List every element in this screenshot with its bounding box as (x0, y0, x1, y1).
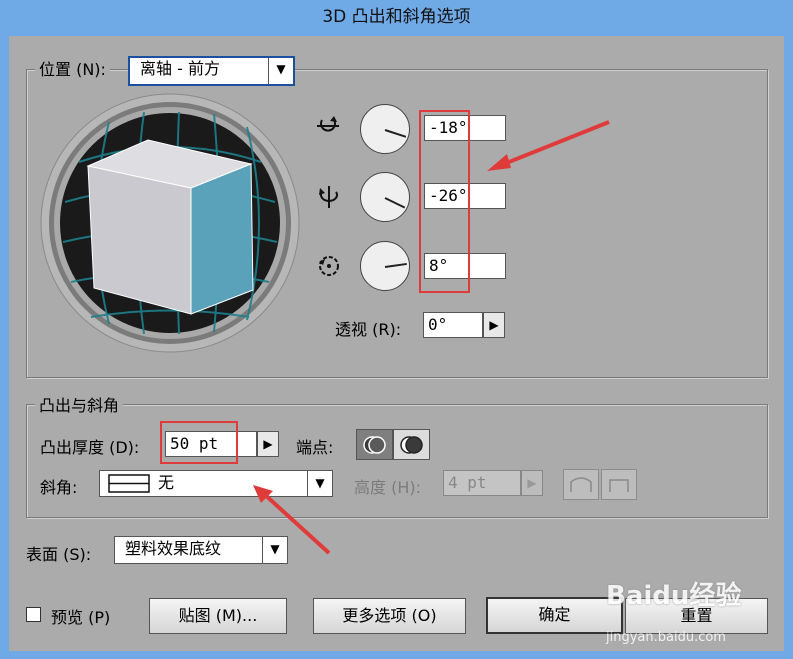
bevel-value: 无 (158, 473, 175, 492)
position-group-label: 位置 (N): (35, 60, 110, 80)
rotation-track-cube[interactable] (39, 92, 301, 354)
z-axis-rotate-icon (319, 256, 339, 276)
cap-off-button[interactable] (393, 429, 430, 460)
z-rotation-dial[interactable] (360, 241, 410, 291)
extrude-depth-label: 凸出厚度 (D): (40, 438, 140, 457)
cap-label: 端点: (296, 438, 334, 457)
bevel-height-field[interactable]: 4 pt (443, 470, 521, 496)
bevel-none-swatch (108, 474, 150, 493)
chevron-down-icon[interactable]: ▼ (262, 537, 287, 563)
x-rotation-dial[interactable] (360, 104, 410, 154)
depth-highlight (160, 421, 238, 464)
y-rotation-dial[interactable] (360, 172, 410, 222)
surface-value: 塑料效果底纹 (125, 539, 222, 558)
position-preset-value: 离轴 - 前方 (140, 59, 220, 78)
cap-on-button[interactable] (356, 429, 393, 460)
baidu-watermark: Baidu经验 (606, 581, 742, 611)
perspective-label: 透视 (R): (335, 320, 402, 339)
bevel-out-button[interactable] (563, 469, 599, 500)
bevel-height-label: 高度 (H): (354, 478, 421, 497)
cube-front-face (190, 163, 254, 315)
perspective-stepper[interactable]: ▶ (483, 312, 505, 338)
y-axis-rotate-icon (319, 186, 338, 208)
dialog-body: 位置 (N): 离轴 - 前方 ▼ -18° -26° 8° 透视 (R): 0… (9, 36, 784, 651)
position-preset-select[interactable]: 离轴 - 前方 ▼ (128, 56, 295, 86)
chevron-down-icon[interactable]: ▼ (268, 58, 293, 84)
perspective-field[interactable]: 0° (423, 312, 483, 338)
annotation-arrow-rotation (487, 120, 610, 171)
bevel-in-button[interactable] (601, 469, 637, 500)
surface-select[interactable]: 塑料效果底纹 ▼ (114, 536, 288, 564)
more-options-button[interactable]: 更多选项 (O) (313, 598, 466, 634)
ok-button[interactable]: 确定 (486, 597, 623, 634)
dialog-title: 3D 凸出和斜角选项 (322, 7, 471, 27)
bevel-height-stepper[interactable]: ▶ (521, 470, 543, 496)
preview-label[interactable]: 预览 (P) (51, 604, 110, 628)
extrude-depth-stepper[interactable]: ▶ (257, 431, 279, 457)
map-art-button[interactable]: 贴图 (M)... (149, 598, 287, 634)
surface-label: 表面 (S): (26, 545, 92, 564)
rotation-highlight (419, 110, 470, 293)
dialog-window: 3D 凸出和斜角选项 位置 (N): 离轴 - 前方 ▼ -18° -26° 8… (0, 0, 793, 659)
preview-checkbox[interactable] (26, 607, 41, 622)
bevel-label: 斜角: (40, 478, 78, 497)
extrude-bevel-group-label: 凸出与斜角 (35, 396, 124, 416)
x-axis-rotate-icon (317, 116, 339, 132)
baidu-watermark-url: jingyan.baidu.com (606, 630, 726, 645)
